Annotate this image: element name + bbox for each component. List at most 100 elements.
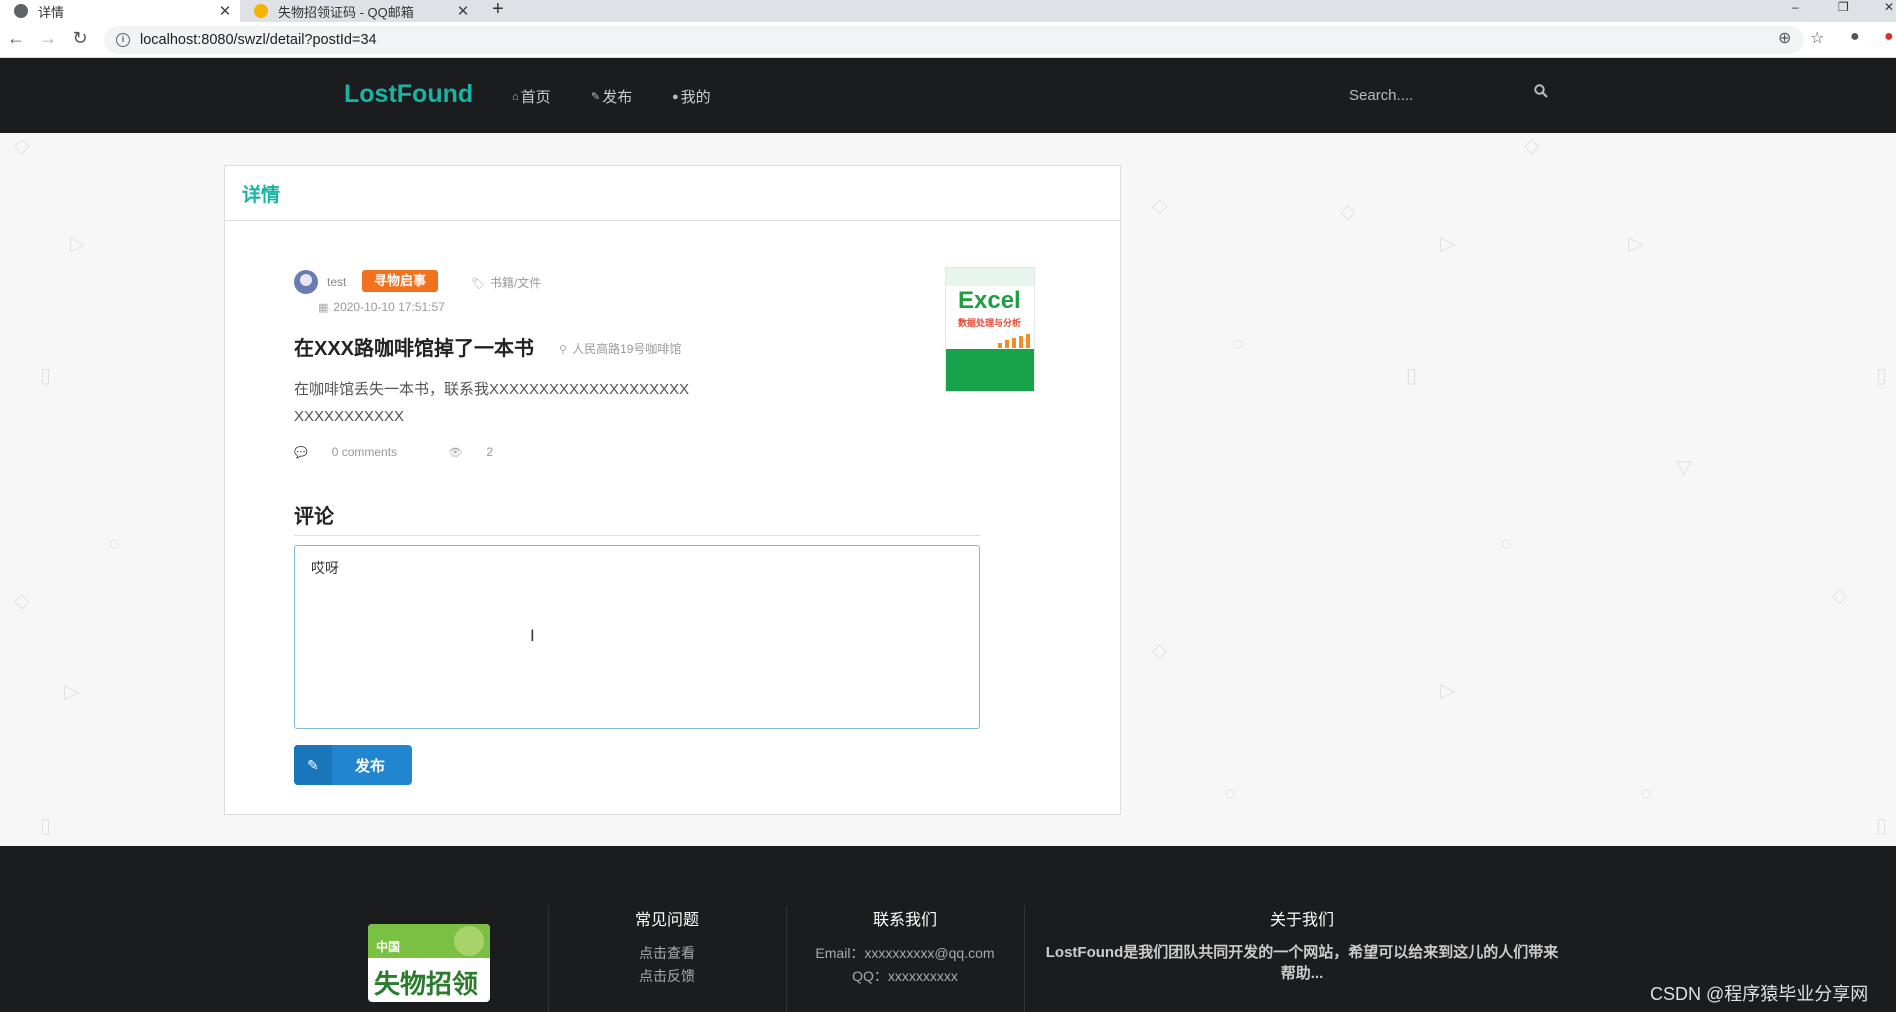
- category-text: 书籍/文件: [489, 276, 542, 290]
- decor-bar-icon: ▯: [1876, 365, 1888, 387]
- comment-icon: 💬: [294, 447, 308, 459]
- site-header: LostFound ⌂ 首页 ✎ 发布 ● 我的 Search....: [0, 58, 1896, 133]
- author-name[interactable]: test: [327, 275, 346, 289]
- url-input[interactable]: i localhost:8080/swzl/detail?postId=34: [104, 26, 1804, 54]
- decor-diamond-icon: ◇: [1832, 585, 1848, 607]
- qq-mail-icon: [254, 4, 268, 18]
- category-label: 🏷 书籍/文件: [471, 274, 541, 291]
- comments-text: 0 comments: [331, 445, 398, 459]
- card-header: 详情: [225, 166, 1120, 221]
- minimize-icon[interactable]: –: [1792, 0, 1799, 14]
- edit-icon: ✎: [591, 91, 601, 103]
- decor-diamond-icon: ◇: [14, 135, 30, 157]
- user-icon: ●: [672, 90, 679, 103]
- nav-publish[interactable]: ✎ 发布: [591, 86, 632, 107]
- about-heading: 关于我们: [1269, 912, 1334, 929]
- logo-main-text: 失物招领: [374, 970, 479, 1000]
- avatar[interactable]: [294, 270, 318, 294]
- footer-divider: [786, 906, 787, 1012]
- star-icon[interactable]: ☆: [1810, 28, 1824, 48]
- reload-icon[interactable]: ↻: [68, 28, 92, 49]
- browser-tab-active[interactable]: 详情 ✕: [0, 0, 240, 22]
- decor-diamond-icon: ◇: [14, 590, 30, 612]
- location-text: 人民高路19号咖啡馆: [572, 342, 682, 356]
- browser-tab-bar: 详情 ✕ 失物招领证码 - QQ邮箱 ✕ + – ❐ ✕: [0, 0, 1896, 22]
- decor-circle-icon: ○: [1640, 783, 1653, 805]
- post-date: ▦ 2020-10-10 17:51:57: [318, 300, 445, 314]
- faq-feedback-link[interactable]: 点击反馈: [567, 965, 767, 988]
- logo-top-text: 中国: [376, 940, 401, 954]
- publish-button[interactable]: ✎ 发布: [294, 745, 412, 785]
- detail-card: 详情 test 寻物启事 🏷 书籍/文件 ▦ 2020-10-10 17:51:57…: [224, 165, 1121, 815]
- frog-icon: [454, 926, 484, 956]
- zoom-icon[interactable]: ⊕: [1778, 28, 1791, 48]
- back-icon[interactable]: ←: [4, 28, 28, 49]
- comment-input[interactable]: 哎呀: [294, 545, 980, 729]
- footer-contact: 联系我们 Email：xxxxxxxxxx@qq.com QQ：xxxxxxxx…: [800, 906, 1010, 988]
- nav-label: 我的: [680, 89, 711, 106]
- map-pin-icon: ⚲: [559, 344, 568, 356]
- brand-logo[interactable]: LostFound: [344, 80, 473, 109]
- book-chart-icon: [998, 334, 1030, 348]
- post-image[interactable]: Excel 数据处理与分析: [945, 267, 1035, 392]
- forward-icon[interactable]: →: [36, 28, 60, 49]
- type-badge: 寻物启事: [362, 270, 438, 292]
- footer: 中国 失物招领 常见问题 点击查看 点击反馈 联系我们 Email：xxxxxx…: [0, 846, 1896, 1012]
- decor-bar-icon: ▯: [40, 365, 52, 387]
- restore-icon[interactable]: ❐: [1838, 0, 1849, 14]
- search-input[interactable]: Search....: [1349, 87, 1413, 104]
- post-title: 在XXX路咖啡馆掉了一本书: [294, 338, 535, 360]
- decor-circle-icon: ○: [1232, 333, 1245, 355]
- globe-icon: [14, 4, 28, 18]
- nav-home[interactable]: ⌂ 首页: [512, 86, 551, 107]
- new-tab-button[interactable]: +: [492, 0, 504, 21]
- decor-triangle-icon: ▷: [1440, 680, 1456, 702]
- home-icon: ⌂: [512, 90, 519, 103]
- tab-title: 失物招领证码 - QQ邮箱: [278, 4, 414, 20]
- decor-diamond-icon: ◇: [1524, 135, 1540, 157]
- calendar-icon: ▦: [318, 302, 329, 314]
- decor-diamond-icon: ◇: [1340, 201, 1356, 223]
- card-title: 详情: [242, 184, 281, 206]
- views-text: 2: [486, 445, 494, 459]
- decor-circle-icon: ○: [1500, 533, 1513, 555]
- tab-title: 详情: [38, 4, 65, 20]
- site-info-icon[interactable]: i: [116, 33, 130, 47]
- book-cover-band: [946, 349, 1034, 391]
- close-window-icon[interactable]: ✕: [1884, 0, 1894, 14]
- decor-bar-icon: ▯: [40, 815, 52, 837]
- decor-triangle-icon: ▷: [70, 233, 86, 255]
- view-count: 👁 2: [448, 445, 517, 459]
- contact-heading: 联系我们: [872, 912, 937, 929]
- faq-view-link[interactable]: 点击查看: [567, 942, 767, 965]
- nav-mine[interactable]: ● 我的: [672, 86, 711, 107]
- decor-diamond-icon: ◇: [1152, 640, 1168, 662]
- decor-triangle-icon: ▷: [1440, 233, 1456, 255]
- decor-diamond-icon: ◇: [1152, 195, 1168, 217]
- profile-icon[interactable]: ●: [1850, 28, 1860, 46]
- address-bar: ← → ↻ i localhost:8080/swzl/detail?postI…: [0, 22, 1896, 58]
- edit-icon: ✎: [294, 745, 332, 785]
- close-icon[interactable]: ✕: [216, 2, 234, 20]
- decor-bar-icon: ▯: [1876, 815, 1888, 837]
- contact-qq: QQ：xxxxxxxxxx: [852, 968, 958, 984]
- close-icon[interactable]: ✕: [454, 2, 472, 20]
- nav-label: 发布: [602, 89, 633, 106]
- book-title: Excel: [958, 287, 1021, 314]
- footer-logo: 中国 失物招领: [368, 924, 490, 1002]
- search-icon[interactable]: [1534, 84, 1548, 98]
- comments-count: 💬 0 comments: [294, 445, 421, 459]
- tag-icon: 🏷: [471, 278, 485, 290]
- text-cursor-icon: I: [530, 626, 535, 645]
- decor-triangle-icon: ▷: [1628, 233, 1644, 255]
- publish-label: 发布: [354, 757, 385, 775]
- post-stats: 💬 0 comments 👁 2: [294, 445, 541, 459]
- extension-icon[interactable]: ●: [1884, 28, 1894, 46]
- faq-heading: 常见问题: [634, 912, 699, 929]
- decor-circle-icon: ○: [1224, 783, 1237, 805]
- browser-tab-inactive[interactable]: 失物招领证码 - QQ邮箱 ✕: [248, 0, 478, 22]
- location-label: ⚲ 人民高路19号咖啡馆: [559, 340, 681, 357]
- decor-circle-icon: ○: [108, 533, 121, 555]
- about-text: LostFound是我们团队共同开发的一个网站，希望可以给来到这儿的人们带来帮助…: [1045, 944, 1559, 982]
- book-subtitle: 数据处理与分析: [958, 318, 1022, 328]
